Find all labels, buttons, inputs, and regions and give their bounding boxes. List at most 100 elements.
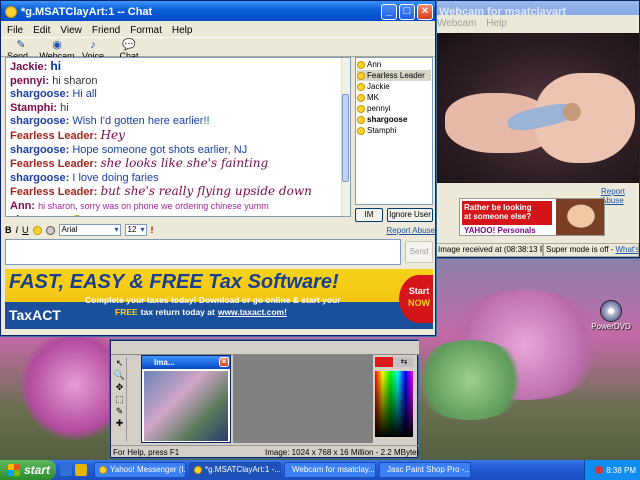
ad-line2: tax return today at bbox=[140, 307, 215, 317]
message-input[interactable] bbox=[5, 239, 401, 265]
font-select[interactable]: Arial bbox=[58, 224, 121, 236]
menu-view[interactable]: View bbox=[60, 25, 82, 36]
chat-message: shargoose: Hope someone got shots earlie… bbox=[10, 144, 346, 158]
chat-message: shargoose: I love doing faries bbox=[10, 172, 346, 186]
psp-child-close-button[interactable]: × bbox=[219, 357, 229, 367]
webcam-video-feed bbox=[435, 33, 639, 183]
chat-message: shargoose: Wish I'd gotten here earlier!… bbox=[10, 115, 346, 129]
psp-color-palette[interactable]: ⇆ bbox=[373, 355, 417, 443]
menu-format[interactable]: Format bbox=[130, 25, 162, 36]
ad-start-now-button[interactable]: Start NOW bbox=[399, 275, 433, 323]
menu-edit[interactable]: Edit bbox=[33, 25, 50, 36]
desktop-icon-powerdvd[interactable]: PowerDVD bbox=[588, 300, 634, 340]
tray-icon[interactable] bbox=[595, 466, 604, 474]
start-button[interactable]: start bbox=[0, 460, 56, 480]
psp-swap-colors-icon[interactable]: ⇆ bbox=[395, 357, 413, 367]
buddy-smiley-icon bbox=[357, 93, 365, 102]
message-text: Hi all bbox=[72, 88, 97, 101]
whats-this-link[interactable]: What's this? bbox=[615, 244, 638, 256]
chat-scrollbar[interactable] bbox=[341, 58, 350, 216]
maximize-button[interactable]: □ bbox=[399, 4, 415, 20]
system-tray: 8:38 PM bbox=[584, 460, 640, 480]
psp-image-child-window[interactable]: Ima... × bbox=[141, 355, 231, 443]
underline-button[interactable]: U bbox=[22, 225, 29, 235]
buddy-list-item[interactable]: shargoose bbox=[357, 114, 431, 125]
taxact-ad-banner[interactable]: FAST, EASY & FREE Tax Software! Complete… bbox=[5, 269, 433, 329]
buddy-list-item[interactable]: Jackie bbox=[357, 81, 431, 92]
ad-brand-logo: TaxACT bbox=[9, 307, 61, 323]
message-sender: shargoose: bbox=[10, 171, 70, 184]
yahoo-smiley-icon bbox=[99, 466, 107, 474]
ignore-user-button[interactable]: Ignore User bbox=[387, 208, 433, 222]
desktop-wallpaper-foliage bbox=[410, 340, 530, 420]
buddy-name: pennyi bbox=[367, 104, 391, 113]
message-sender: Fearless Leader: bbox=[10, 129, 98, 142]
buddy-list-item[interactable]: Fearless Leader bbox=[357, 70, 431, 81]
webcam-button[interactable]: ◉ Webcam bbox=[39, 38, 74, 61]
menu-help[interactable]: Help bbox=[486, 18, 507, 29]
outlook-icon[interactable] bbox=[75, 464, 87, 476]
ie-icon[interactable] bbox=[60, 464, 72, 476]
font-size-select[interactable]: 12 bbox=[124, 224, 147, 236]
message-sender: Fearless Leader: bbox=[10, 158, 98, 171]
message-text: hi sharon, sorry was on phone we orderin… bbox=[38, 200, 269, 211]
chat-button[interactable]: 💬 Chat bbox=[115, 38, 143, 61]
buddy-list-item[interactable]: pennyi bbox=[357, 103, 431, 114]
message-text: but she's really flying upside down bbox=[100, 185, 312, 199]
buddy-list-item[interactable]: Stamphi bbox=[357, 125, 431, 136]
bold-button[interactable]: B bbox=[5, 225, 12, 235]
task-paint-shop-pro[interactable]: Jasc Paint Shop Pro -... bbox=[379, 462, 471, 478]
minimize-button[interactable]: _ bbox=[381, 4, 397, 20]
psp-statusbar: For Help, press F1 Image: 1024 x 768 x 1… bbox=[111, 445, 419, 459]
psp-status-help: For Help, press F1 bbox=[113, 448, 180, 457]
buddy-smiley-icon bbox=[357, 115, 365, 124]
message-sender: shargoose: bbox=[10, 88, 70, 101]
imvironment-icon[interactable]: ! bbox=[151, 225, 154, 235]
chat-room-user-list[interactable]: Ann Fearless Leader Jackie MK pennyi shargoos… bbox=[355, 57, 433, 205]
personals-ad-brand: YAHOO! Personals bbox=[464, 226, 536, 235]
webcam-report-abuse-link[interactable]: Report Abuse bbox=[601, 187, 639, 205]
color-picker-icon[interactable] bbox=[45, 225, 55, 235]
chat-title: *g.MSATClayArt:1 -- Chat bbox=[21, 6, 153, 18]
start-label: start bbox=[24, 463, 51, 477]
task-label: *g.MSATClayArt:1 -... bbox=[205, 465, 281, 474]
chat-bubble-icon: 💬 bbox=[122, 39, 136, 51]
message-sender: pennyi: bbox=[10, 74, 50, 87]
send-button[interactable]: Send bbox=[405, 241, 433, 263]
psp-tools-icons[interactable]: ↖ 🔍 ✥ ⬚ ✎ ✚ bbox=[113, 357, 126, 429]
close-button[interactable]: × bbox=[417, 4, 433, 20]
yahoo-personals-ad[interactable]: Rather be looking at someone else? YAHOO… bbox=[459, 198, 605, 236]
messenger-smiley-icon bbox=[5, 6, 17, 18]
paperclip-icon: ✎ bbox=[16, 39, 26, 51]
report-abuse-link[interactable]: Report Abuse bbox=[387, 226, 435, 235]
chat-message-log[interactable]: Jackie: hi pennyi: hi sharon shargoose: Hi… bbox=[5, 57, 351, 217]
ad-cta-top: Start bbox=[408, 286, 430, 296]
buddy-list-item[interactable]: Ann bbox=[357, 59, 431, 70]
format-toolbar: B I U Arial 12 ! Report Abuse bbox=[5, 223, 435, 237]
emoticon-icon[interactable] bbox=[32, 225, 42, 235]
psp-foreground-color[interactable] bbox=[375, 357, 393, 367]
task-yahoo-messenger[interactable]: Yahoo! Messenger (l... bbox=[94, 462, 186, 478]
menu-help[interactable]: Help bbox=[172, 25, 193, 36]
menu-friend[interactable]: Friend bbox=[92, 25, 120, 36]
message-sender: Fearless Leader: bbox=[10, 186, 98, 199]
voice-button[interactable]: ♪ Voice bbox=[79, 38, 107, 61]
psp-color-picker[interactable] bbox=[375, 371, 413, 437]
im-button[interactable]: IM bbox=[355, 208, 383, 222]
powerdvd-icon bbox=[600, 300, 622, 322]
send-file-button[interactable]: ✎ Send File bbox=[7, 38, 35, 71]
chat-scrollbar-thumb[interactable] bbox=[342, 94, 349, 182]
buddy-list-item[interactable]: MK bbox=[357, 92, 431, 103]
message-sender: shargoose: bbox=[10, 214, 69, 216]
message-text: she looks like she's fainting bbox=[100, 157, 269, 171]
italic-button[interactable]: I bbox=[16, 225, 19, 235]
menu-file[interactable]: File bbox=[7, 25, 23, 36]
message-sender: Ann: bbox=[10, 199, 36, 212]
message-sender: shargoose: bbox=[10, 115, 70, 128]
task-webcam-window[interactable]: Webcam for msatclay... bbox=[284, 462, 376, 478]
microphone-icon: ♪ bbox=[90, 39, 96, 51]
chat-titlebar[interactable]: *g.MSATClayArt:1 -- Chat _ □ × bbox=[1, 1, 435, 23]
quick-launch bbox=[56, 464, 91, 476]
task-chat-window[interactable]: *g.MSATClayArt:1 -... bbox=[189, 462, 281, 478]
menu-webcam[interactable]: Webcam bbox=[437, 18, 476, 29]
